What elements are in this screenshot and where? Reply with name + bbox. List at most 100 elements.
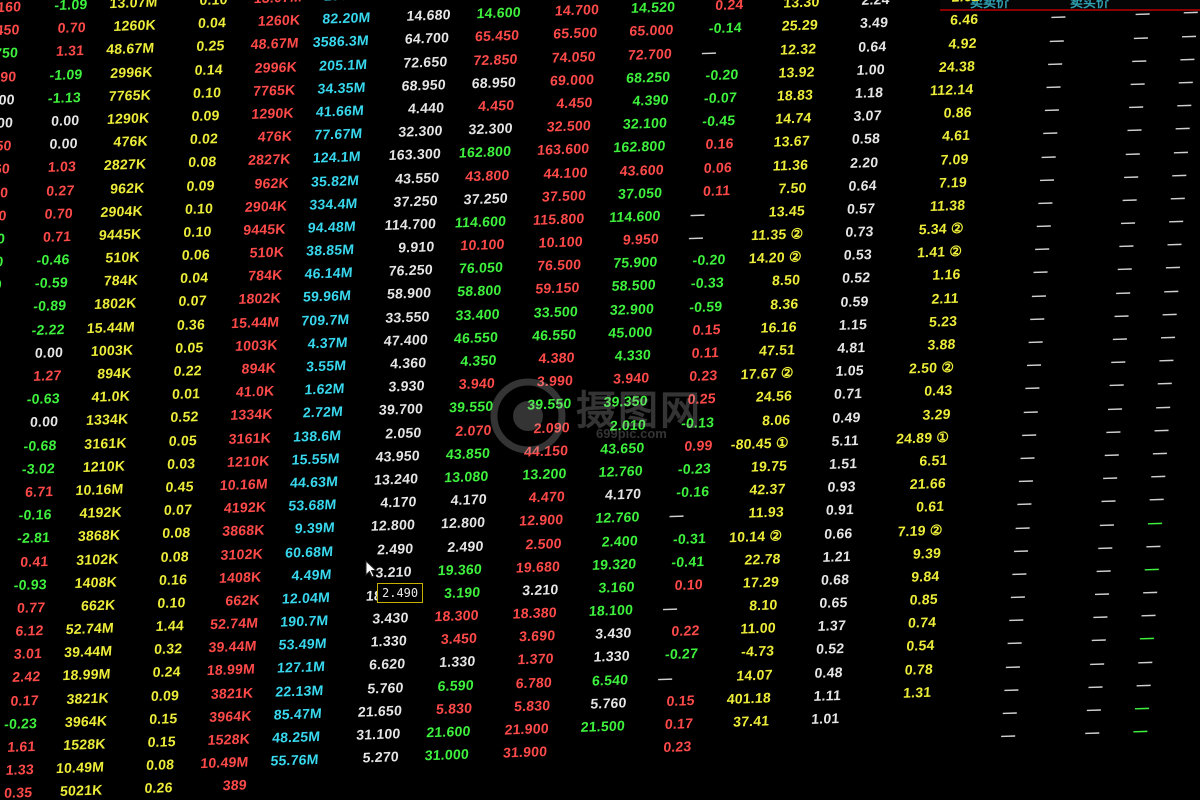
- quote-cell[interactable]: —: [1112, 141, 1154, 166]
- quote-cell[interactable]: 9.950: [586, 227, 660, 253]
- quote-cell[interactable]: —: [1034, 51, 1076, 76]
- quote-cell[interactable]: 2.72M: [276, 400, 344, 425]
- quote-cell[interactable]: -0.59: [13, 271, 69, 296]
- quote-cell[interactable]: 48.67M: [228, 32, 300, 58]
- quote-cell[interactable]: —: [1123, 672, 1165, 697]
- quote-cell[interactable]: —: [1128, 603, 1170, 628]
- quote-cell[interactable]: 0.03: [134, 452, 196, 477]
- quote-cell[interactable]: —: [1109, 187, 1151, 212]
- quote-cell[interactable]: —: [1106, 234, 1148, 259]
- quote-cell[interactable]: 94.48M: [289, 215, 357, 240]
- quote-cell[interactable]: 894K: [69, 361, 133, 386]
- quote-cell[interactable]: 47.400: [355, 328, 429, 354]
- quote-cell[interactable]: 48.67M: [91, 37, 155, 62]
- quote-cell[interactable]: —: [1073, 697, 1115, 722]
- quote-cell[interactable]: —: [1072, 721, 1114, 746]
- quote-cell[interactable]: 1290K: [87, 106, 151, 131]
- quote-cell[interactable]: 9.910: [361, 235, 435, 261]
- quote-cell[interactable]: 72.850: [447, 47, 519, 73]
- quote-cell[interactable]: —: [1004, 492, 1046, 517]
- quote-cell[interactable]: —: [1152, 255, 1194, 280]
- quote-cell[interactable]: 0.09: [159, 104, 221, 129]
- quote-cell[interactable]: 32.300: [370, 119, 444, 145]
- quote-cell[interactable]: 1528K: [43, 732, 107, 757]
- quote-cell[interactable]: —: [1149, 301, 1191, 326]
- quote-cell[interactable]: —: [1126, 626, 1168, 651]
- quote-cell[interactable]: -1.13: [26, 86, 82, 111]
- quote-cell[interactable]: 0.17: [0, 689, 40, 714]
- quote-cell[interactable]: 10.16M: [61, 477, 125, 502]
- quote-cell[interactable]: 21.650: [329, 699, 403, 725]
- quote-cell[interactable]: 160: [0, 158, 11, 183]
- quote-cell[interactable]: 138.6M: [274, 424, 342, 449]
- quote-cell[interactable]: 14.700: [526, 0, 600, 24]
- quote-cell[interactable]: —: [1157, 186, 1199, 211]
- quote-cell[interactable]: 3964K: [181, 704, 253, 730]
- quote-cell[interactable]: 14.680: [378, 3, 452, 29]
- quote-cell[interactable]: 1.62M: [278, 377, 346, 402]
- quote-cell[interactable]: 9445K: [215, 217, 287, 243]
- quote-cell[interactable]: —: [1091, 442, 1133, 467]
- quote-cell[interactable]: —: [1015, 329, 1057, 354]
- quote-cell[interactable]: 4.170: [344, 490, 418, 516]
- quote-cell[interactable]: -1.09: [32, 0, 88, 18]
- quote-cell[interactable]: —: [1120, 25, 1162, 50]
- quote-cell[interactable]: —: [1081, 581, 1123, 606]
- quote-cell[interactable]: 19.680: [487, 555, 561, 581]
- quote-cell[interactable]: -0.16: [0, 503, 53, 528]
- quote-cell[interactable]: 1.03: [21, 155, 77, 180]
- quote-cell[interactable]: 3868K: [57, 524, 121, 549]
- quote-cell[interactable]: 490: [0, 65, 17, 90]
- quote-cell[interactable]: —: [1155, 209, 1197, 234]
- quote-cell[interactable]: —: [991, 677, 1033, 702]
- quote-cell[interactable]: —: [1131, 557, 1173, 582]
- quote-cell[interactable]: 10.100: [434, 233, 506, 259]
- quote-cell[interactable]: 5.760: [331, 676, 405, 702]
- quote-cell[interactable]: —: [1026, 167, 1068, 192]
- quote-cell[interactable]: —: [1167, 46, 1200, 71]
- quote-cell[interactable]: 5.830: [477, 694, 551, 720]
- quote-cell[interactable]: —: [1075, 674, 1117, 699]
- quote-cell[interactable]: 0.35: [0, 781, 33, 800]
- quote-cell[interactable]: -2.22: [10, 318, 66, 343]
- quote-cell[interactable]: —: [1020, 260, 1062, 285]
- quote-cell[interactable]: —: [1107, 210, 1149, 235]
- quote-cell[interactable]: 0.08: [155, 150, 217, 175]
- quote-cell[interactable]: 59.150: [507, 276, 581, 302]
- quote-cell[interactable]: 82.20M: [304, 6, 372, 31]
- quote-cell[interactable]: —: [1111, 164, 1153, 189]
- quote-cell[interactable]: —: [1117, 71, 1159, 96]
- quote-cell[interactable]: 162.800: [593, 135, 667, 161]
- quote-cell[interactable]: 5.760: [554, 691, 628, 717]
- quote-cell[interactable]: —: [1115, 94, 1157, 119]
- quote-cell[interactable]: —: [1122, 2, 1164, 27]
- quote-cell[interactable]: 32.100: [594, 112, 668, 138]
- quote-cell[interactable]: 5021K: [39, 779, 103, 800]
- quote-cell[interactable]: 0.08: [128, 545, 190, 570]
- quote-cell[interactable]: —: [1141, 417, 1183, 442]
- quote-cell[interactable]: 39.44M: [186, 635, 258, 661]
- quote-cell[interactable]: 1290K: [223, 101, 295, 127]
- quote-cell[interactable]: 5.830: [401, 697, 473, 723]
- quote-cell[interactable]: 000: [0, 88, 16, 113]
- quote-cell[interactable]: 0.09: [154, 174, 216, 199]
- quote-cell[interactable]: 58.800: [430, 279, 502, 305]
- quote-cell[interactable]: 60.68M: [266, 540, 334, 565]
- quote-cell[interactable]: 1528K: [179, 727, 251, 753]
- quote-cell[interactable]: 48.25M: [253, 725, 321, 750]
- quote-cell[interactable]: —: [1028, 144, 1070, 169]
- quote-cell[interactable]: -0.89: [11, 294, 67, 319]
- quote-cell[interactable]: 662K: [52, 593, 116, 618]
- quote-cell[interactable]: 450: [0, 250, 4, 275]
- quote-cell[interactable]: 4192K: [195, 496, 267, 522]
- quote-cell[interactable]: 3821K: [182, 681, 254, 707]
- quote-cell[interactable]: 784K: [211, 264, 283, 290]
- quote-cell[interactable]: 39.700: [350, 398, 424, 424]
- quote-cell[interactable]: —: [1139, 441, 1181, 466]
- quote-cell[interactable]: 41.66M: [297, 99, 365, 124]
- quote-cell[interactable]: 52.74M: [187, 612, 259, 638]
- quote-cell[interactable]: 4.380: [502, 346, 576, 372]
- quote-cell[interactable]: 0.00: [3, 410, 59, 435]
- quote-cell[interactable]: —: [1094, 396, 1136, 421]
- quote-cell[interactable]: 65.000: [601, 19, 675, 45]
